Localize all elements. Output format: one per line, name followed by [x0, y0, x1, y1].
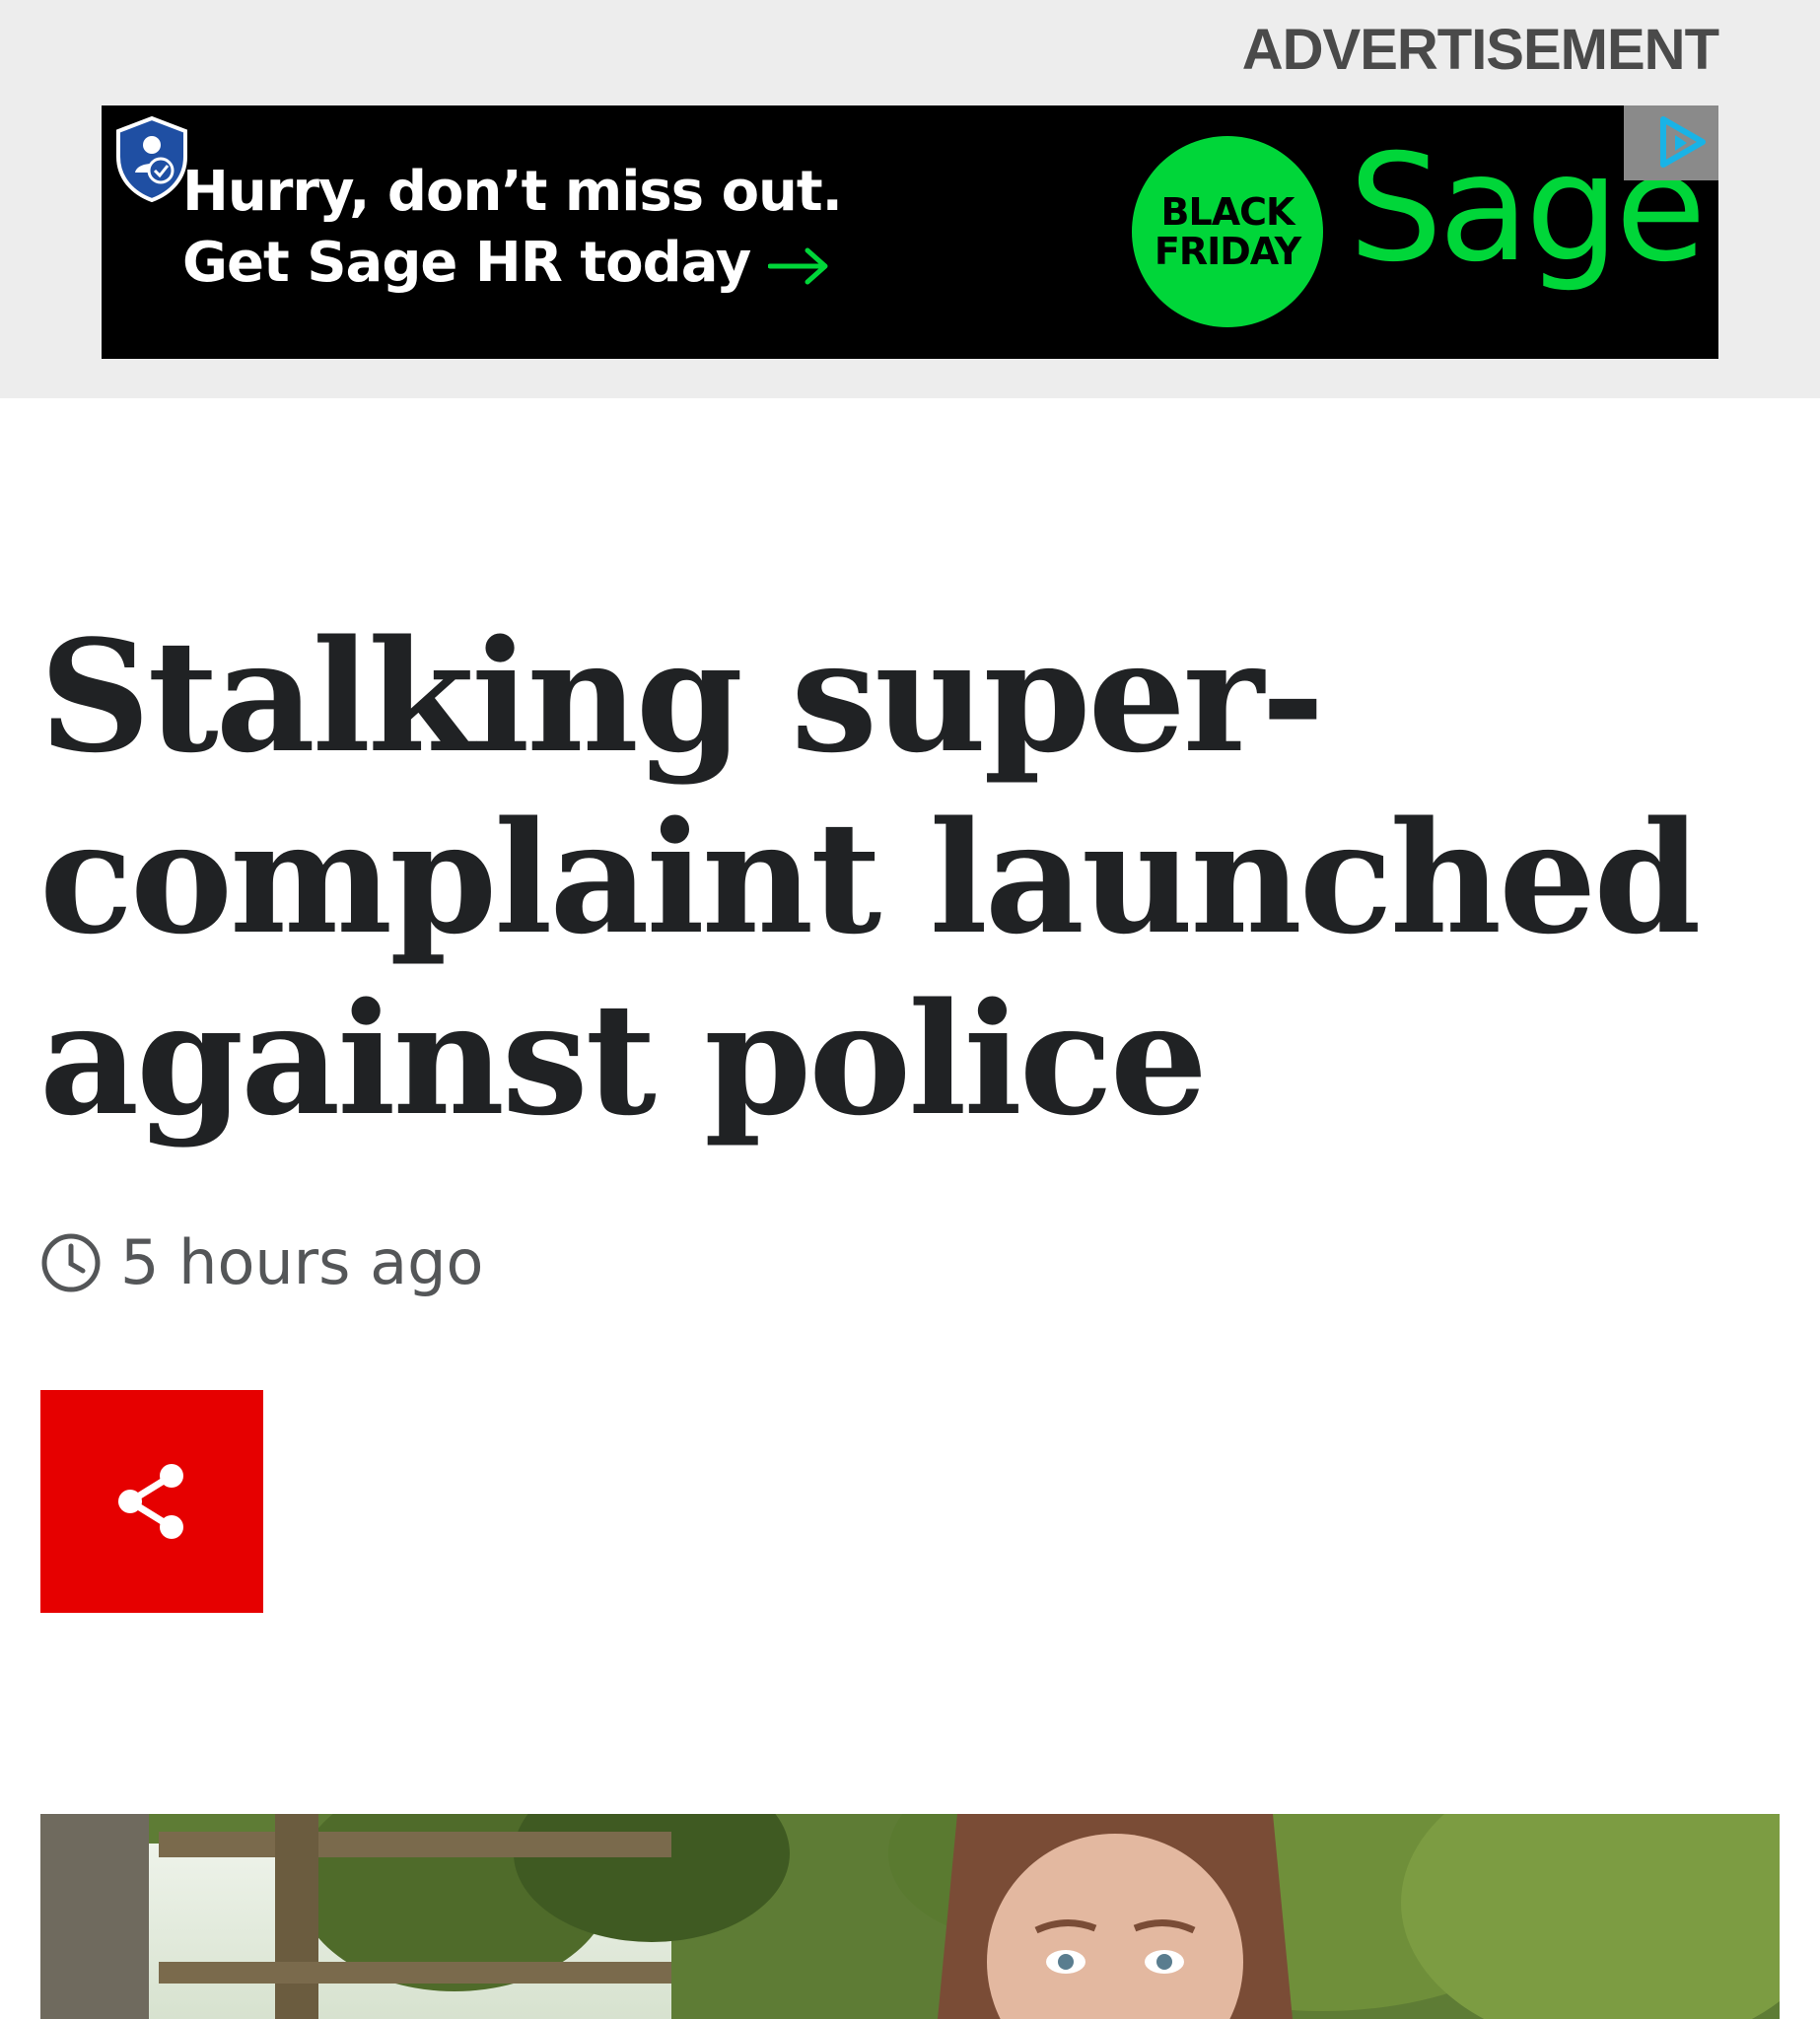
advertisement-label: ADVERTISEMENT — [1241, 18, 1719, 82]
black-friday-badge: BLACK FRIDAY — [1132, 136, 1323, 327]
share-icon — [118, 1464, 183, 1539]
advertisement-section: ADVERTISEMENT Hurry, don’t miss out. Get… — [0, 0, 1820, 398]
timestamp-text: 5 hours ago — [120, 1226, 484, 1298]
ad-cta-text: Get Sage HR today — [182, 231, 751, 295]
ad-copy: Hurry, don’t miss out. Get Sage HR today — [182, 157, 843, 299]
ad-banner[interactable]: Hurry, don’t miss out. Get Sage HR today… — [102, 105, 1718, 359]
ad-choices-icon — [1660, 116, 1706, 168]
photo-scene — [40, 1814, 1780, 2019]
ad-cta-line: Get Sage HR today — [182, 228, 842, 299]
clock-icon — [41, 1233, 101, 1292]
arrow-right-icon — [768, 247, 828, 285]
badge-text-bottom: FRIDAY — [1154, 230, 1301, 273]
share-button[interactable] — [40, 1390, 263, 1613]
ad-choices-button[interactable] — [1624, 105, 1718, 180]
article-headline: Stalking super-complaint launched agains… — [39, 606, 1702, 1149]
shield-icon — [116, 115, 187, 202]
article-timestamp: 5 hours ago — [39, 1227, 483, 1298]
article-photo — [40, 1814, 1780, 2019]
badge-text-top: BLACK — [1160, 190, 1295, 234]
ad-headline-line: Hurry, don’t miss out. — [182, 160, 843, 224]
